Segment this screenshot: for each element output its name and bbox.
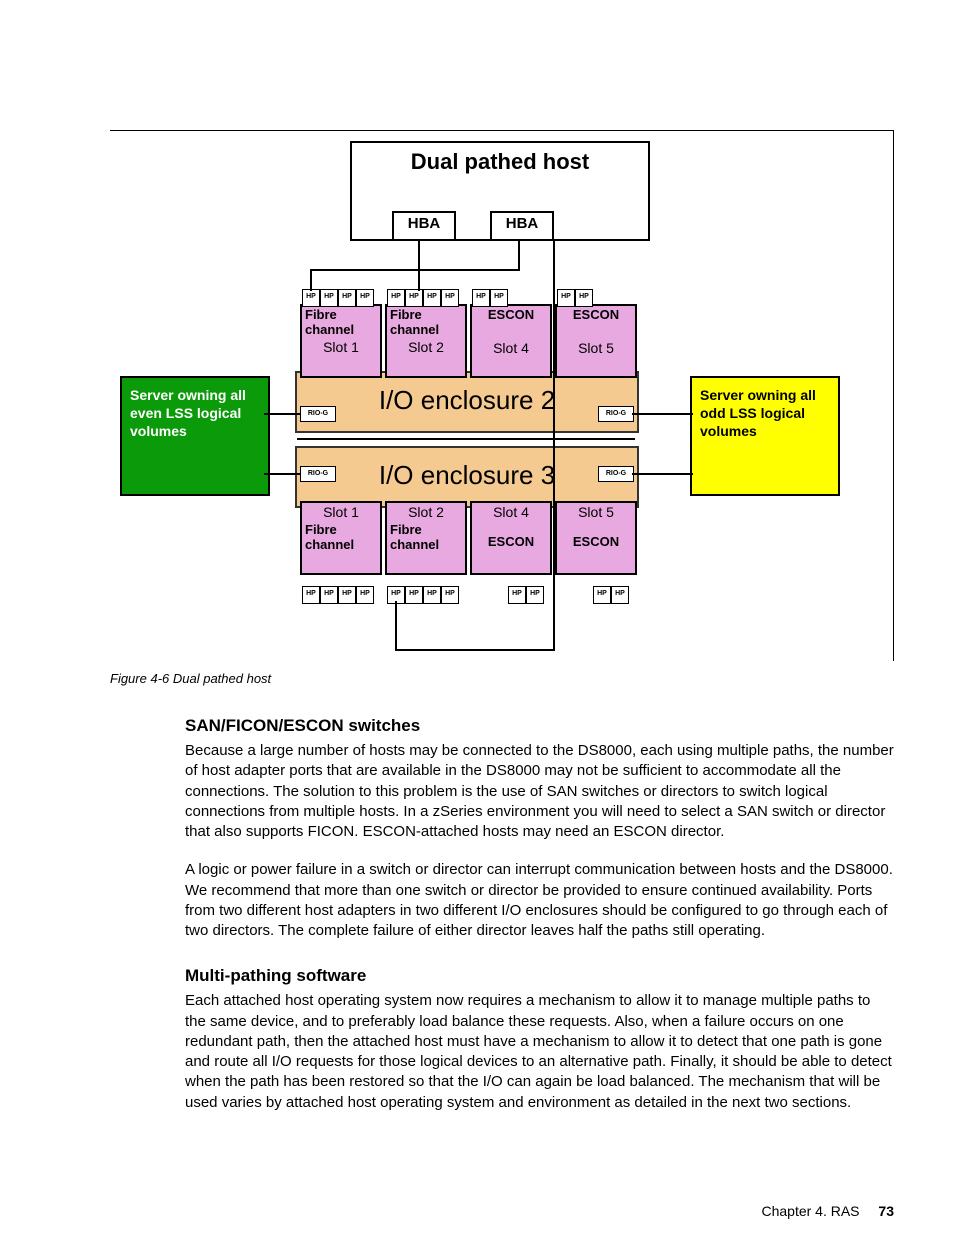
section-title-san: SAN/FICON/ESCON switches [185,716,894,736]
hp-row: HPHPHPHP [387,586,459,604]
connector [310,269,312,291]
hba-right: HBA [490,211,554,241]
section-title-multipath: Multi-pathing software [185,966,894,986]
enclosure-2: I/O enclosure 2 [295,371,639,433]
body-paragraph: Each attached host operating system now … [185,991,894,1113]
footer-page-number: 73 [878,1203,894,1219]
rio-g: RIO-G [598,466,634,482]
page-footer: Chapter 4. RAS 73 [0,1203,954,1219]
connector [553,239,555,651]
footer-chapter: Chapter 4. RAS [761,1203,859,1219]
connector [395,649,555,651]
slot-bottom-1: Slot 1 Fibre channel [300,501,382,575]
slot-bottom-4: Slot 4 ESCON [470,501,552,575]
slot-top-4: ESCON Slot 4 [470,304,552,378]
slot-top-1: Fibre channel Slot 1 [300,304,382,378]
connector [518,239,520,269]
hp-row: HPHPHPHP [302,586,374,604]
connector [310,269,520,271]
enclosure-2-label: I/O enclosure 2 [379,385,555,415]
hba-left: HBA [392,211,456,241]
hp-row: HPHPHPHP [387,289,459,307]
enclosure-3-label: I/O enclosure 3 [379,460,555,490]
server-even-box: Server owning all even LSS logical volum… [120,376,270,496]
enclosure-3: I/O enclosure 3 [295,446,639,508]
slot-top-5: ESCON Slot 5 [555,304,637,378]
rio-g: RIO-G [300,406,336,422]
hp-row: HPHP [508,586,544,604]
server-odd-box: Server owning all odd LSS logical volume… [690,376,840,496]
host-box: Dual pathed host HBA HBA [350,141,650,241]
slot-top-2: Fibre channel Slot 2 [385,304,467,378]
hp-row: HPHP [472,289,508,307]
connector [632,473,693,475]
body-paragraph: A logic or power failure in a switch or … [185,860,894,941]
connector [264,473,300,475]
body-paragraph: Because a large number of hosts may be c… [185,741,894,842]
rio-g: RIO-G [598,406,634,422]
host-title: Dual pathed host [352,149,648,175]
connector [297,438,635,440]
slot-bottom-2: Slot 2 Fibre channel [385,501,467,575]
rio-g: RIO-G [300,466,336,482]
hp-row: HPHP [557,289,593,307]
figure-caption: Figure 4-6 Dual pathed host [110,671,894,686]
connector [395,601,397,651]
hp-row: HPHP [593,586,629,604]
server-odd-label: Server owning all odd LSS logical volume… [700,386,830,441]
server-even-label: Server owning all even LSS logical volum… [130,386,260,441]
figure-diagram: Dual pathed host HBA HBA I/O enclosure 2… [110,130,894,661]
hp-row: HPHPHPHP [302,289,374,307]
connector [632,413,693,415]
connector [264,413,300,415]
connector [418,239,420,291]
slot-bottom-5: Slot 5 ESCON [555,501,637,575]
